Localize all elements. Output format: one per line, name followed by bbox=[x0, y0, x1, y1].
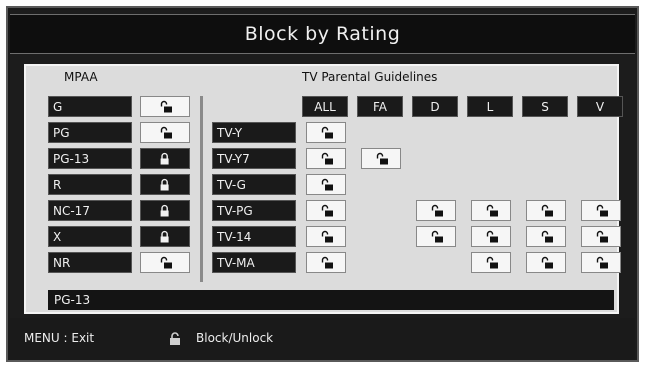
dialog-title: Block by Rating bbox=[10, 14, 635, 54]
locked-lock-icon[interactable] bbox=[140, 174, 190, 195]
current-rating-bar: PG-13 bbox=[48, 290, 614, 310]
tv-column-header[interactable]: S bbox=[522, 96, 568, 117]
unlocked-lock-icon[interactable] bbox=[526, 252, 566, 273]
mpaa-rating-label[interactable]: NC-17 bbox=[48, 200, 132, 221]
mpaa-rating-label[interactable]: G bbox=[48, 96, 132, 117]
tv-column-header[interactable]: FA bbox=[357, 96, 403, 117]
mpaa-rating-label[interactable]: PG-13 bbox=[48, 148, 132, 169]
locked-lock-icon[interactable] bbox=[140, 226, 190, 247]
unlocked-lock-icon[interactable] bbox=[581, 252, 621, 273]
tv-rating-label[interactable]: TV-Y bbox=[212, 122, 296, 143]
unlocked-lock-icon[interactable] bbox=[140, 252, 190, 273]
unlocked-lock-icon[interactable] bbox=[306, 122, 346, 143]
unlocked-lock-icon[interactable] bbox=[306, 252, 346, 273]
tv-column-header[interactable]: V bbox=[577, 96, 623, 117]
unlocked-lock-icon[interactable] bbox=[526, 200, 566, 221]
unlocked-lock-icon[interactable] bbox=[361, 148, 401, 169]
rating-panel: MPAA TV Parental Guidelines G PG PG-13 R NC-… bbox=[24, 64, 623, 314]
unlocked-lock-icon[interactable] bbox=[581, 226, 621, 247]
unlocked-lock-icon[interactable] bbox=[140, 96, 190, 117]
tv-guidelines-label: TV Parental Guidelines bbox=[302, 70, 438, 84]
unlocked-lock-icon[interactable] bbox=[416, 200, 456, 221]
tv-column-header[interactable]: D bbox=[412, 96, 458, 117]
mpaa-rating-label[interactable]: NR bbox=[48, 252, 132, 273]
tv-column-header[interactable]: ALL bbox=[302, 96, 348, 117]
unlocked-lock-icon[interactable] bbox=[306, 148, 346, 169]
footer-bar: MENU : Exit Block/Unlock bbox=[10, 318, 635, 360]
tv-column-header[interactable]: L bbox=[467, 96, 513, 117]
lock-icon bbox=[168, 332, 182, 349]
block-unlock-hint: Block/Unlock bbox=[196, 331, 274, 345]
locked-lock-icon[interactable] bbox=[140, 200, 190, 221]
unlocked-lock-icon[interactable] bbox=[416, 226, 456, 247]
column-divider bbox=[200, 96, 203, 282]
unlocked-lock-icon[interactable] bbox=[581, 200, 621, 221]
exit-hint: MENU : Exit bbox=[24, 331, 95, 345]
tv-rating-label[interactable]: TV-PG bbox=[212, 200, 296, 221]
unlocked-lock-icon[interactable] bbox=[306, 226, 346, 247]
unlocked-lock-icon[interactable] bbox=[306, 174, 346, 195]
tv-rating-label[interactable]: TV-G bbox=[212, 174, 296, 195]
mpaa-rating-label[interactable]: R bbox=[48, 174, 132, 195]
locked-lock-icon[interactable] bbox=[140, 148, 190, 169]
mpaa-rating-label[interactable]: X bbox=[48, 226, 132, 247]
tv-rating-label[interactable]: TV-Y7 bbox=[212, 148, 296, 169]
unlocked-lock-icon[interactable] bbox=[471, 226, 511, 247]
mpaa-rating-label[interactable]: PG bbox=[48, 122, 132, 143]
tv-rating-label[interactable]: TV-14 bbox=[212, 226, 296, 247]
unlocked-lock-icon[interactable] bbox=[526, 226, 566, 247]
unlocked-lock-icon[interactable] bbox=[140, 122, 190, 143]
tv-rating-label[interactable]: TV-MA bbox=[212, 252, 296, 273]
unlocked-lock-icon[interactable] bbox=[306, 200, 346, 221]
unlocked-lock-icon[interactable] bbox=[471, 200, 511, 221]
mpaa-label: MPAA bbox=[64, 70, 98, 84]
unlocked-lock-icon[interactable] bbox=[471, 252, 511, 273]
